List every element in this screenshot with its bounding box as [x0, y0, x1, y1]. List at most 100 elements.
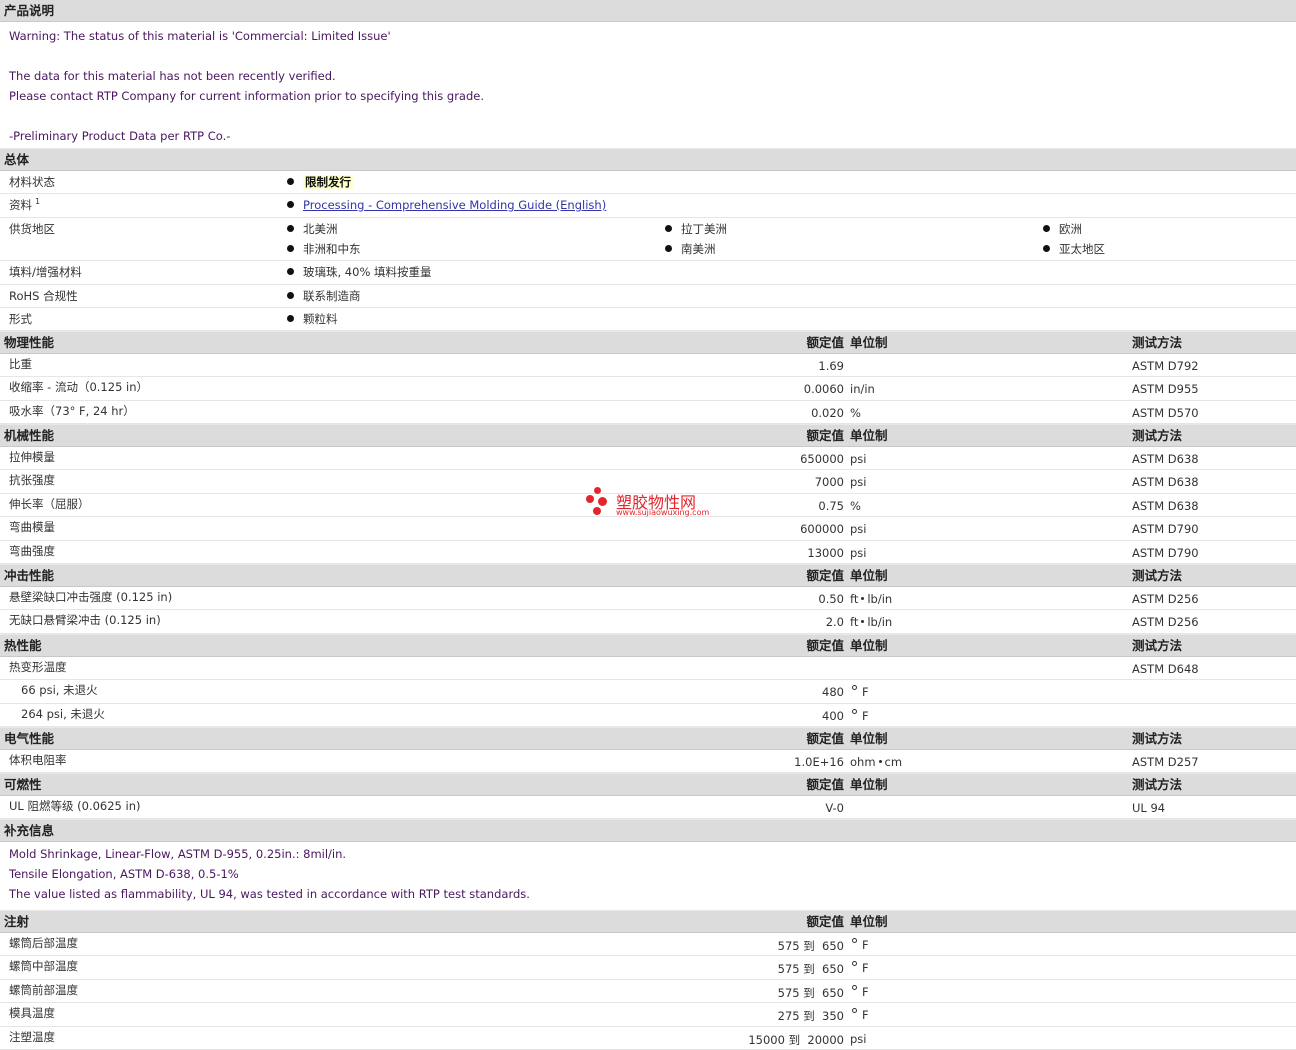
property-value: 0.50: [818, 592, 844, 606]
description-text: Warning: The status of this material is …: [0, 22, 1296, 148]
unit-part: ft: [850, 592, 859, 606]
range-max: 650: [822, 939, 844, 953]
section-header-mechanical: 机械性能 额定值 单位制 测试方法: [0, 424, 1296, 447]
test-method: ASTM D257: [1132, 755, 1199, 769]
property-row: 264 psi, 未退火 400 F: [0, 704, 1296, 727]
section-title: 注射: [4, 914, 30, 929]
property-row: 吸水率（73° F, 24 hr） 0.020 % ASTM D570: [0, 401, 1296, 424]
property-label: 悬壁梁缺口冲击强度 (0.125 in): [9, 590, 173, 604]
unit-part: ohm: [850, 755, 876, 769]
property-label: 弯曲模量: [9, 520, 55, 534]
property-value: 0.0060: [803, 382, 844, 396]
degree-icon: [852, 961, 857, 966]
section-title: 机械性能: [4, 428, 55, 443]
property-label: 螺筒后部温度: [9, 936, 78, 950]
property-unit: F: [850, 709, 869, 723]
column-header-value: 额定值: [806, 335, 844, 350]
section-header-physical: 物理性能 额定值 单位制 测试方法: [0, 331, 1296, 354]
region-item: 欧洲: [1043, 221, 1082, 237]
property-unit: F: [850, 985, 869, 999]
footnote-marker: 1: [35, 197, 41, 206]
property-label: 拉伸模量: [9, 450, 55, 464]
section-header-impact: 冲击性能 额定值 单位制 测试方法: [0, 564, 1296, 587]
property-value: 0.75: [818, 499, 844, 513]
test-method: UL 94: [1132, 801, 1166, 815]
bullet-icon: [287, 225, 294, 232]
column-header-unit: 单位制: [850, 638, 888, 653]
property-value: 650000: [800, 452, 844, 466]
test-method: ASTM D256: [1132, 592, 1199, 606]
bullet-icon: [1043, 245, 1050, 252]
degree-icon: [852, 709, 857, 714]
test-method: ASTM D570: [1132, 406, 1199, 420]
column-header-unit: 单位制: [850, 428, 888, 443]
test-method: ASTM D256: [1132, 615, 1199, 629]
property-unit: psi: [850, 546, 867, 560]
bullet-icon: [665, 225, 672, 232]
region-name: 拉丁美洲: [681, 222, 727, 236]
test-method: ASTM D792: [1132, 359, 1199, 373]
processing-guide-link[interactable]: Processing - Comprehensive Molding Guide…: [303, 198, 606, 212]
range-min: 575: [777, 939, 800, 953]
unit-part: lb/in: [867, 615, 893, 629]
section-title: 冲击性能: [4, 568, 55, 583]
region-item: 亚太地区: [1043, 241, 1105, 257]
row-label: 资料 1: [9, 197, 40, 213]
form-item: 颗粒料: [287, 311, 338, 327]
unit-part: F: [862, 709, 869, 723]
property-value: 480: [822, 685, 844, 699]
property-label: 66 psi, 未退火: [21, 683, 98, 697]
bullet-icon: [287, 201, 294, 208]
test-method: ASTM D955: [1132, 382, 1199, 396]
column-header-unit: 单位制: [850, 568, 888, 583]
property-unit: psi: [850, 1032, 867, 1046]
section-title: 物理性能: [4, 335, 55, 350]
watermark-logo: 塑胶物性网 www.sujiaowuxing.com: [585, 486, 725, 522]
degree-icon: [852, 985, 857, 990]
column-header-value: 额定值: [806, 568, 844, 583]
logo-dot: [586, 495, 594, 503]
logo-dot: [594, 487, 601, 494]
unit-part: F: [862, 685, 869, 699]
section-header-injection: 注射 额定值 单位制: [0, 910, 1296, 933]
property-value-range: 575 到 650: [778, 938, 844, 954]
desc-line: Warning: The status of this material is …: [9, 29, 391, 43]
test-method: ASTM D790: [1132, 522, 1199, 536]
form-row: 形式 颗粒料: [0, 308, 1296, 331]
region-name: 南美洲: [681, 242, 716, 256]
datasheet: 产品说明 Warning: The status of this materia…: [0, 0, 1296, 1050]
test-method: ASTM D790: [1132, 546, 1199, 560]
property-row: 无缺口悬臂梁冲击 (0.125 in) 2.0 ft lb/in ASTM D25…: [0, 610, 1296, 634]
property-value: 1.0E+16: [794, 755, 844, 769]
property-label: 比重: [9, 357, 32, 371]
region-row: 供货地区 北美洲 拉丁美洲 欧洲 非洲和中东 南美洲 亚太地区: [0, 218, 1296, 261]
property-unit: %: [850, 406, 861, 420]
column-header-value: 额定值: [806, 777, 844, 792]
unit-part: cm: [884, 755, 903, 769]
column-header-test: 测试方法: [1132, 335, 1183, 350]
status-badge: 限制发行: [303, 175, 353, 189]
watermark-url: www.sujiaowuxing.com: [616, 508, 710, 517]
dot-icon: [861, 620, 865, 623]
property-value: 0.020: [811, 406, 844, 420]
column-header-value: 额定值: [806, 428, 844, 443]
desc-line: -Preliminary Product Data per RTP Co.-: [9, 129, 231, 143]
section-title: 热性能: [4, 638, 42, 653]
material-status-row: 材料状态 限制发行: [0, 171, 1296, 194]
status-item: 限制发行: [287, 174, 353, 190]
desc-line: Please contact RTP Company for current i…: [9, 89, 484, 103]
range-max: 20000: [807, 1033, 844, 1047]
column-header-value: 额定值: [806, 914, 844, 929]
unit-part: psi: [850, 1032, 867, 1046]
column-header-test: 测试方法: [1132, 638, 1183, 653]
property-label: 抗张强度: [9, 473, 55, 487]
desc-line: The data for this material has not been …: [9, 69, 336, 83]
property-label: 弯曲强度: [9, 544, 55, 558]
unit-part: F: [862, 1008, 869, 1022]
property-value: 7000: [814, 475, 844, 489]
property-row: 热变形温度 ASTM D648: [0, 657, 1296, 680]
property-value-range: 275 到 350: [778, 1008, 844, 1024]
row-label: 形式: [9, 312, 32, 326]
column-header-unit: 单位制: [850, 914, 888, 929]
test-method: ASTM D648: [1132, 662, 1199, 676]
